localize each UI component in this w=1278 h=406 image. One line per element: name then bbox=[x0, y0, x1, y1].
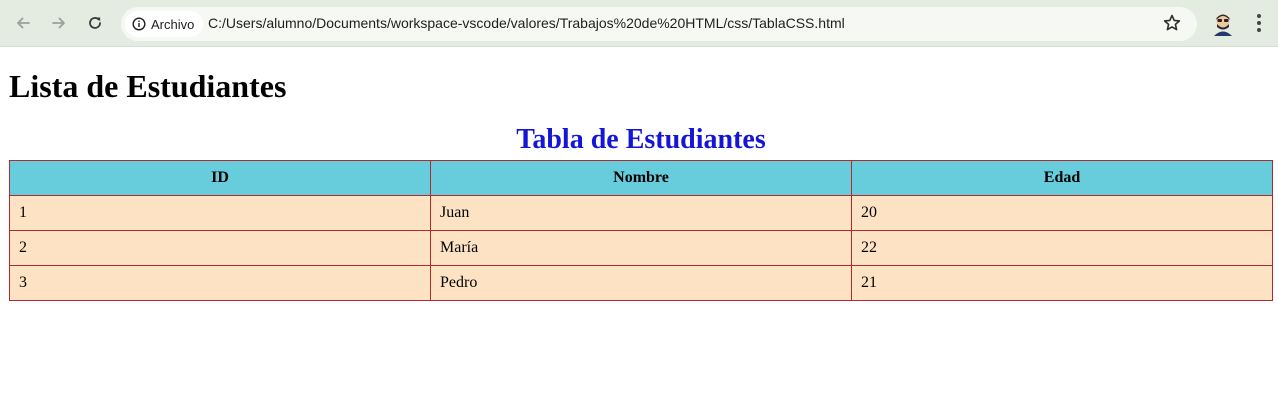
forward-button[interactable] bbox=[45, 9, 73, 37]
cell-id: 2 bbox=[9, 230, 431, 266]
cell-edad: 22 bbox=[851, 230, 1273, 266]
back-button[interactable] bbox=[9, 9, 37, 37]
table-row: 1 Juan 20 bbox=[9, 195, 1273, 231]
cell-nombre: María bbox=[430, 230, 852, 266]
site-info-chip[interactable]: Archivo bbox=[125, 11, 204, 37]
cell-id: 1 bbox=[9, 195, 431, 231]
page-title: Lista de Estudiantes bbox=[9, 68, 287, 104]
header-id: ID bbox=[9, 160, 431, 196]
profile-avatar[interactable] bbox=[1211, 12, 1235, 36]
reload-icon bbox=[89, 17, 101, 29]
address-bar[interactable]: Archivo C:/Users/alumno/Documents/worksp… bbox=[121, 7, 1197, 41]
cell-nombre: Juan bbox=[430, 195, 852, 231]
avatar-icon bbox=[1214, 14, 1232, 36]
reload-button[interactable] bbox=[81, 9, 109, 37]
table-header-row: ID Nombre Edad bbox=[9, 160, 1273, 196]
table-row: 2 María 22 bbox=[9, 230, 1273, 266]
back-arrow-icon bbox=[17, 17, 30, 29]
kebab-menu-dot bbox=[1257, 21, 1261, 25]
table-row: 3 Pedro 21 bbox=[9, 265, 1273, 301]
cell-id: 3 bbox=[9, 265, 431, 301]
star-icon bbox=[1163, 14, 1181, 31]
header-nombre: Nombre bbox=[430, 160, 852, 196]
cell-edad: 20 bbox=[851, 195, 1273, 231]
students-table: ID Nombre Edad 1 Juan 20 2 María 22 3 Pe… bbox=[9, 160, 1273, 301]
kebab-menu-dot bbox=[1257, 28, 1261, 32]
cell-nombre: Pedro bbox=[430, 265, 852, 301]
kebab-menu-icon bbox=[1257, 14, 1261, 18]
forward-arrow-icon bbox=[52, 17, 65, 29]
header-edad: Edad bbox=[851, 160, 1273, 196]
browser-toolbar: Archivo C:/Users/alumno/Documents/worksp… bbox=[0, 0, 1278, 47]
bookmark-button[interactable] bbox=[1162, 13, 1182, 33]
url-text[interactable]: C:/Users/alumno/Documents/workspace-vsco… bbox=[208, 15, 845, 31]
info-icon bbox=[132, 17, 146, 31]
security-label: Archivo bbox=[151, 16, 195, 32]
table-caption: Tabla de Estudiantes bbox=[516, 124, 766, 155]
browser-menu-button[interactable] bbox=[1249, 13, 1269, 33]
cell-edad: 21 bbox=[851, 265, 1273, 301]
